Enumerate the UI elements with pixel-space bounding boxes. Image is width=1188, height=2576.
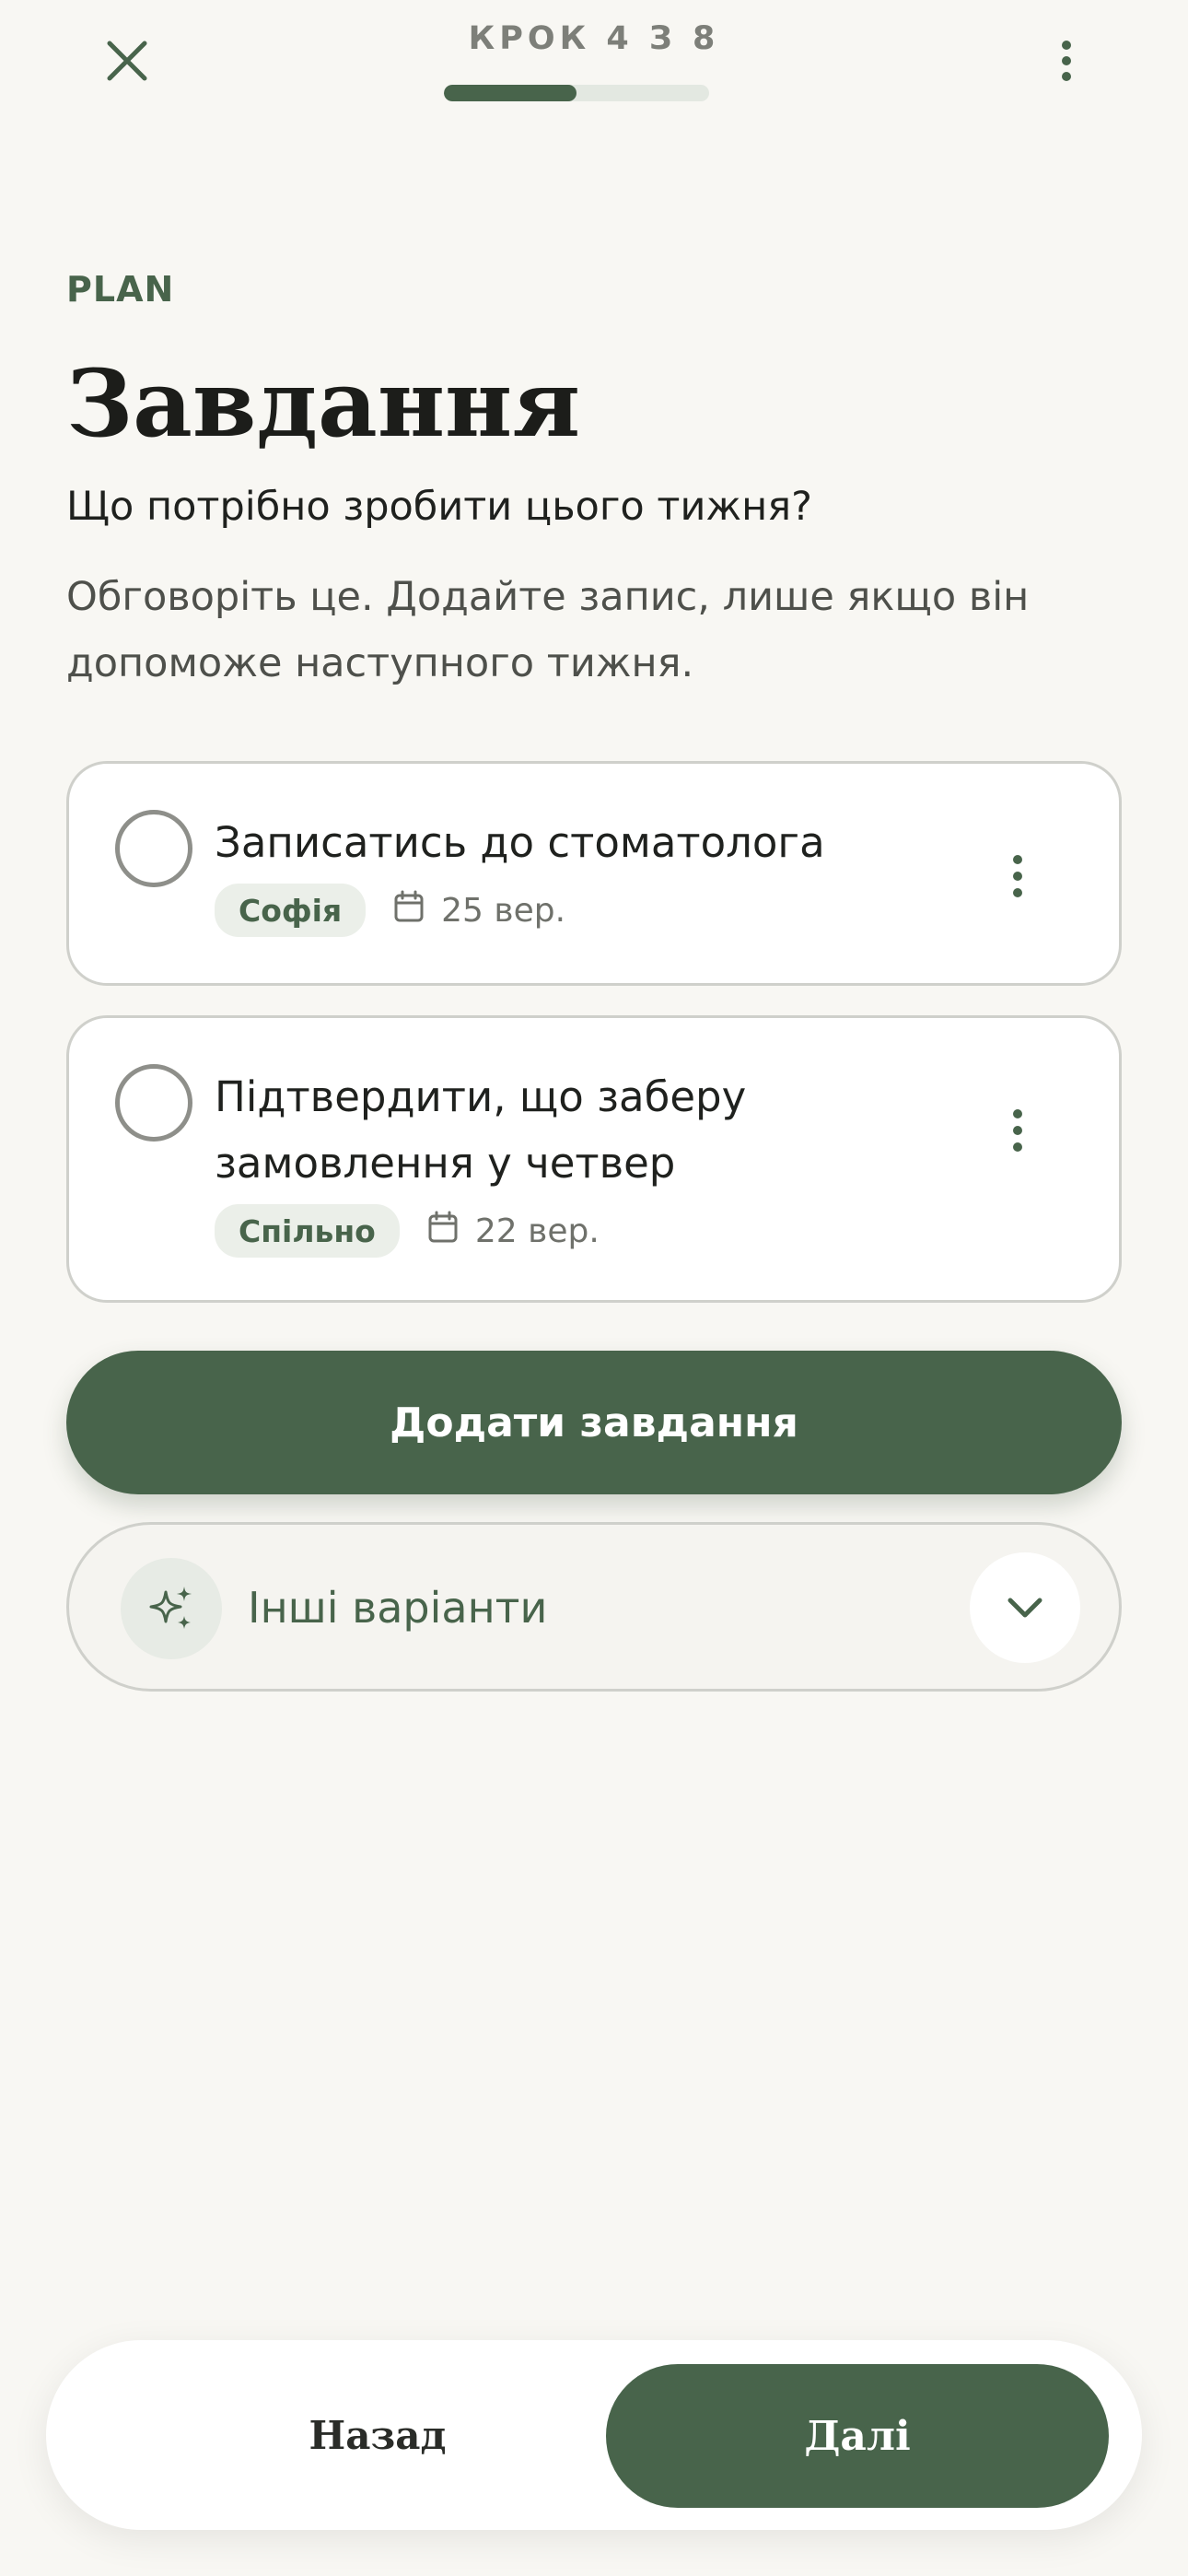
page-title: Завдання bbox=[66, 349, 581, 458]
due-date-label: 22 вер. bbox=[474, 1212, 600, 1250]
task-meta: Софія 25 вер. bbox=[215, 884, 565, 937]
calendar-icon bbox=[393, 890, 425, 931]
task-step-screen: КРОК 4 З 8 PLAN Завдання Що потрібно зро… bbox=[0, 0, 1188, 2576]
page-hint: Обговоріть це. Додайте запис, лише якщо … bbox=[66, 574, 1030, 686]
task-card[interactable]: Записатись до стоматолога Софія 25 вер. bbox=[66, 761, 1122, 986]
due-date: 22 вер. bbox=[427, 1211, 600, 1252]
other-options-label: Інші варіанти bbox=[248, 1583, 548, 1633]
step-indicator: КРОК 4 З 8 bbox=[0, 20, 1188, 57]
due-date-label: 25 вер. bbox=[441, 891, 566, 930]
bottom-nav: Назад Далі bbox=[46, 2340, 1142, 2530]
task-title: Записатись до стоматолога bbox=[215, 818, 825, 867]
due-date: 25 вер. bbox=[393, 890, 565, 931]
more-vertical-icon[interactable] bbox=[999, 839, 1036, 913]
task-card[interactable]: Підтвердити, що заберу замовлення у четв… bbox=[66, 1015, 1122, 1303]
next-button[interactable]: Далі bbox=[606, 2364, 1109, 2508]
step-label: КРОК 4 З 8 bbox=[468, 20, 720, 57]
sparkle-icon bbox=[121, 1558, 222, 1659]
progress-fill bbox=[444, 85, 577, 101]
task-title: Підтвердити, що заберу замовлення у четв… bbox=[215, 1072, 747, 1188]
more-vertical-icon[interactable] bbox=[1033, 28, 1100, 94]
task-meta: Спільно 22 вер. bbox=[215, 1204, 600, 1258]
assignee-tag: Спільно bbox=[215, 1204, 400, 1258]
add-task-button[interactable]: Додати завдання bbox=[66, 1351, 1122, 1494]
section-eyebrow: PLAN bbox=[66, 269, 175, 310]
more-vertical-icon[interactable] bbox=[999, 1094, 1036, 1167]
page-subtitle: Що потрібно зробити цього тижня? bbox=[66, 484, 812, 530]
other-options-toggle[interactable]: Інші варіанти bbox=[66, 1522, 1122, 1692]
task-checkbox[interactable] bbox=[115, 810, 192, 887]
back-button[interactable]: Назад bbox=[147, 2377, 608, 2493]
progress-bar bbox=[444, 85, 709, 101]
assignee-tag: Софія bbox=[215, 884, 367, 937]
chevron-down-icon[interactable] bbox=[970, 1552, 1080, 1663]
task-checkbox[interactable] bbox=[115, 1064, 192, 1142]
calendar-icon bbox=[427, 1211, 459, 1252]
